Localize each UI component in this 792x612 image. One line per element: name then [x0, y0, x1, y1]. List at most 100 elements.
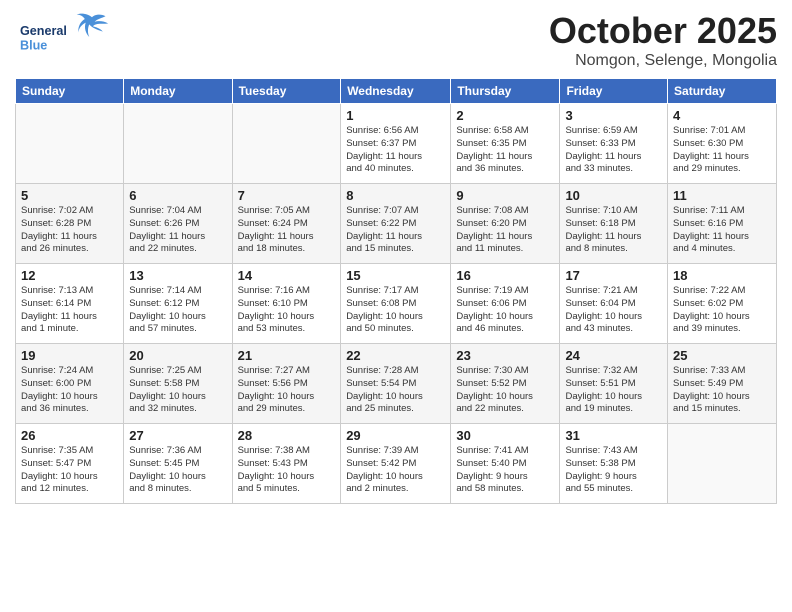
day-number: 9 [456, 188, 554, 203]
table-row: 14 Sunrise: 7:16 AM Sunset: 6:10 PM Dayli… [232, 264, 341, 344]
table-row: 27 Sunrise: 7:36 AM Sunset: 5:45 PM Dayli… [124, 424, 232, 504]
table-row: 26 Sunrise: 7:35 AM Sunset: 5:47 PM Dayli… [16, 424, 124, 504]
svg-text:General: General [20, 24, 67, 38]
table-row: 19 Sunrise: 7:24 AM Sunset: 6:00 PM Dayli… [16, 344, 124, 424]
calendar-week-row: 1 Sunrise: 6:56 AM Sunset: 6:37 PM Daylig… [16, 104, 777, 184]
month-title: October 2025 [549, 10, 777, 52]
calendar-header-row: Sunday Monday Tuesday Wednesday Thursday… [16, 79, 777, 104]
day-info: Sunrise: 6:58 AM Sunset: 6:35 PM Dayligh… [456, 125, 554, 176]
logo-svg: General Blue [15, 10, 115, 55]
table-row: 1 Sunrise: 6:56 AM Sunset: 6:37 PM Daylig… [341, 104, 451, 184]
day-number: 1 [346, 108, 445, 123]
day-number: 28 [238, 428, 336, 443]
day-number: 26 [21, 428, 118, 443]
table-row: 6 Sunrise: 7:04 AM Sunset: 6:26 PM Daylig… [124, 184, 232, 264]
day-number: 16 [456, 268, 554, 283]
day-info: Sunrise: 7:21 AM Sunset: 6:04 PM Dayligh… [565, 285, 662, 336]
day-info: Sunrise: 7:13 AM Sunset: 6:14 PM Dayligh… [21, 285, 118, 336]
day-info: Sunrise: 7:05 AM Sunset: 6:24 PM Dayligh… [238, 205, 336, 256]
calendar-week-row: 19 Sunrise: 7:24 AM Sunset: 6:00 PM Dayli… [16, 344, 777, 424]
day-number: 5 [21, 188, 118, 203]
calendar-week-row: 5 Sunrise: 7:02 AM Sunset: 6:28 PM Daylig… [16, 184, 777, 264]
day-number: 2 [456, 108, 554, 123]
header-thursday: Thursday [451, 79, 560, 104]
table-row: 9 Sunrise: 7:08 AM Sunset: 6:20 PM Daylig… [451, 184, 560, 264]
day-number: 6 [129, 188, 226, 203]
day-number: 10 [565, 188, 662, 203]
table-row: 2 Sunrise: 6:58 AM Sunset: 6:35 PM Daylig… [451, 104, 560, 184]
day-info: Sunrise: 7:17 AM Sunset: 6:08 PM Dayligh… [346, 285, 445, 336]
table-row: 12 Sunrise: 7:13 AM Sunset: 6:14 PM Dayli… [16, 264, 124, 344]
day-number: 25 [673, 348, 771, 363]
table-row: 28Sunrise: 7:38 AM Sunset: 5:43 PM Dayli… [232, 424, 341, 504]
day-number: 24 [565, 348, 662, 363]
day-info: Sunrise: 7:35 AM Sunset: 5:47 PM Dayligh… [21, 445, 118, 496]
day-number: 27 [129, 428, 226, 443]
day-info: Sunrise: 7:11 AM Sunset: 6:16 PM Dayligh… [673, 205, 771, 256]
table-row: 17 Sunrise: 7:21 AM Sunset: 6:04 PM Dayli… [560, 264, 668, 344]
day-number: 30 [456, 428, 554, 443]
day-info: Sunrise: 7:41 AM Sunset: 5:40 PM Dayligh… [456, 445, 554, 496]
day-info: Sunrise: 7:33 AM Sunset: 5:49 PM Dayligh… [673, 365, 771, 416]
table-row: 20 Sunrise: 7:25 AM Sunset: 5:58 PM Dayli… [124, 344, 232, 424]
day-number: 31 [565, 428, 662, 443]
day-number: 22 [346, 348, 445, 363]
table-row [16, 104, 124, 184]
calendar-week-row: 12 Sunrise: 7:13 AM Sunset: 6:14 PM Dayli… [16, 264, 777, 344]
day-info: Sunrise: 7:19 AM Sunset: 6:06 PM Dayligh… [456, 285, 554, 336]
day-info: Sunrise: 7:43 AM Sunset: 5:38 PM Dayligh… [565, 445, 662, 496]
header-saturday: Saturday [668, 79, 777, 104]
day-info: Sunrise: 7:32 AM Sunset: 5:51 PM Dayligh… [565, 365, 662, 416]
day-number: 12 [21, 268, 118, 283]
calendar-week-row: 26 Sunrise: 7:35 AM Sunset: 5:47 PM Dayli… [16, 424, 777, 504]
day-info: Sunrise: 7:16 AM Sunset: 6:10 PM Dayligh… [238, 285, 336, 336]
table-row: 7 Sunrise: 7:05 AM Sunset: 6:24 PM Daylig… [232, 184, 341, 264]
day-number: 3 [565, 108, 662, 123]
day-info: Sunrise: 7:04 AM Sunset: 6:26 PM Dayligh… [129, 205, 226, 256]
table-row: 18Sunrise: 7:22 AM Sunset: 6:02 PM Dayli… [668, 264, 777, 344]
day-info: Sunrise: 6:59 AM Sunset: 6:33 PM Dayligh… [565, 125, 662, 176]
day-number: 29 [346, 428, 445, 443]
day-number: 21 [238, 348, 336, 363]
page-container: General Blue October 2025 Nomgon, Seleng… [0, 0, 792, 509]
day-number: 4 [673, 108, 771, 123]
day-info: Sunrise: 7:08 AM Sunset: 6:20 PM Dayligh… [456, 205, 554, 256]
header-friday: Friday [560, 79, 668, 104]
day-info: Sunrise: 6:56 AM Sunset: 6:37 PM Dayligh… [346, 125, 445, 176]
day-info: Sunrise: 7:30 AM Sunset: 5:52 PM Dayligh… [456, 365, 554, 416]
day-number: 17 [565, 268, 662, 283]
table-row [232, 104, 341, 184]
day-info: Sunrise: 7:02 AM Sunset: 6:28 PM Dayligh… [21, 205, 118, 256]
day-info: Sunrise: 7:36 AM Sunset: 5:45 PM Dayligh… [129, 445, 226, 496]
header-tuesday: Tuesday [232, 79, 341, 104]
day-number: 15 [346, 268, 445, 283]
day-number: 20 [129, 348, 226, 363]
day-info: Sunrise: 7:07 AM Sunset: 6:22 PM Dayligh… [346, 205, 445, 256]
day-number: 14 [238, 268, 336, 283]
day-info: Sunrise: 7:22 AM Sunset: 6:02 PM Dayligh… [673, 285, 771, 336]
header: General Blue October 2025 Nomgon, Seleng… [15, 10, 777, 70]
day-info: Sunrise: 7:25 AM Sunset: 5:58 PM Dayligh… [129, 365, 226, 416]
table-row: 22 Sunrise: 7:28 AM Sunset: 5:54 PM Dayli… [341, 344, 451, 424]
day-number: 19 [21, 348, 118, 363]
day-info: Sunrise: 7:14 AM Sunset: 6:12 PM Dayligh… [129, 285, 226, 336]
table-row [668, 424, 777, 504]
table-row: 3 Sunrise: 6:59 AM Sunset: 6:33 PM Daylig… [560, 104, 668, 184]
header-wednesday: Wednesday [341, 79, 451, 104]
day-number: 8 [346, 188, 445, 203]
day-info: Sunrise: 7:28 AM Sunset: 5:54 PM Dayligh… [346, 365, 445, 416]
day-info: Sunrise: 7:24 AM Sunset: 6:00 PM Dayligh… [21, 365, 118, 416]
table-row: 8 Sunrise: 7:07 AM Sunset: 6:22 PM Daylig… [341, 184, 451, 264]
table-row: 10Sunrise: 7:10 AM Sunset: 6:18 PM Dayli… [560, 184, 668, 264]
table-row: 16 Sunrise: 7:19 AM Sunset: 6:06 PM Dayli… [451, 264, 560, 344]
table-row: 24 Sunrise: 7:32 AM Sunset: 5:51 PM Dayli… [560, 344, 668, 424]
day-info: Sunrise: 7:01 AM Sunset: 6:30 PM Dayligh… [673, 125, 771, 176]
header-sunday: Sunday [16, 79, 124, 104]
title-section: October 2025 Nomgon, Selenge, Mongolia [549, 10, 777, 70]
table-row: 29 Sunrise: 7:39 AM Sunset: 5:42 PM Dayli… [341, 424, 451, 504]
day-info: Sunrise: 7:39 AM Sunset: 5:42 PM Dayligh… [346, 445, 445, 496]
table-row: 21Sunrise: 7:27 AM Sunset: 5:56 PM Dayli… [232, 344, 341, 424]
day-number: 7 [238, 188, 336, 203]
table-row: 31 Sunrise: 7:43 AM Sunset: 5:38 PM Dayli… [560, 424, 668, 504]
day-number: 11 [673, 188, 771, 203]
